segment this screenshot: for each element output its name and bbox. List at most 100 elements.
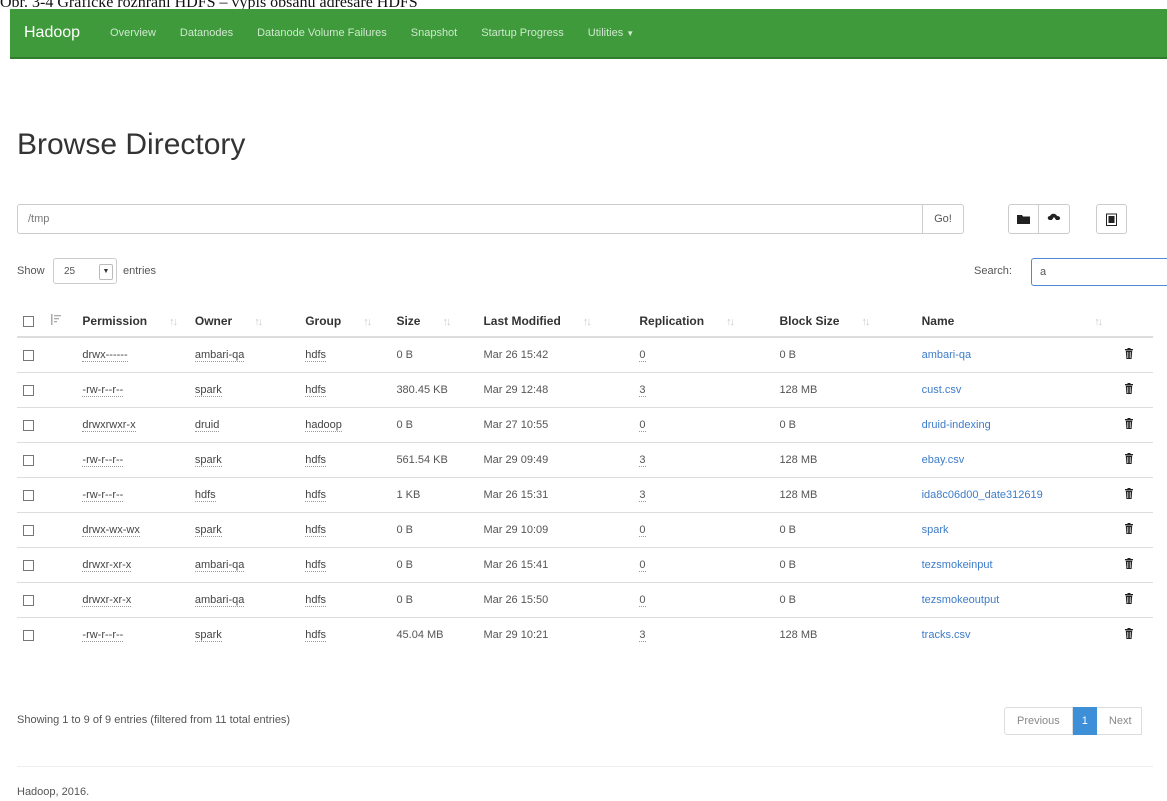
search-input[interactable] <box>1031 258 1167 286</box>
sort-column-header[interactable] <box>44 306 77 338</box>
trash-icon[interactable] <box>1124 418 1133 432</box>
trash-icon[interactable] <box>1124 488 1133 502</box>
group-link[interactable]: hdfs <box>305 559 326 572</box>
header-size[interactable]: Size ↑↓ <box>390 306 478 338</box>
caret-down-icon: ▼ <box>626 29 635 38</box>
row-checkbox[interactable] <box>23 524 34 536</box>
trash-icon[interactable] <box>1124 523 1133 537</box>
nav-startup-progress[interactable]: Startup Progress <box>469 27 576 39</box>
row-checkbox[interactable] <box>23 349 34 361</box>
permission-link[interactable]: drwx------ <box>82 349 128 362</box>
nav-utilities[interactable]: Utilities ▼ <box>576 27 646 39</box>
trash-icon[interactable] <box>1124 628 1133 642</box>
permission-link[interactable]: drwx-wx-wx <box>82 524 140 537</box>
header-last-modified[interactable]: Last Modified ↑↓ <box>477 306 634 338</box>
file-name-link[interactable]: tracks.csv <box>922 629 971 641</box>
row-checkbox[interactable] <box>23 454 34 466</box>
replication-link[interactable]: 3 <box>639 384 646 397</box>
owner-link[interactable]: spark <box>194 454 222 467</box>
trash-icon[interactable] <box>1124 453 1133 467</box>
header-owner[interactable]: Owner ↑↓ <box>188 306 300 338</box>
navbar-brand[interactable]: Hadoop <box>10 24 98 42</box>
file-name-link[interactable]: ambari-qa <box>922 349 972 361</box>
owner-link[interactable]: druid <box>194 419 220 432</box>
file-name-link[interactable]: tezsmokeoutput <box>922 594 1000 606</box>
group-link[interactable]: hdfs <box>305 524 326 537</box>
table-row: drwxr-xr-x ambari-qa hdfs 0 B Mar 26 15:50 0 0… <box>17 582 1153 618</box>
file-name-link[interactable]: ida8c06d00_date312619 <box>922 489 1043 501</box>
nav-datanode-volume-failures[interactable]: Datanode Volume Failures <box>245 27 399 39</box>
trash-icon[interactable] <box>1124 593 1133 607</box>
group-link[interactable]: hdfs <box>305 629 326 642</box>
replication-link[interactable]: 3 <box>639 489 646 502</box>
replication-link[interactable]: 0 <box>639 349 646 362</box>
owner-link[interactable]: ambari-qa <box>194 349 245 362</box>
nav-overview[interactable]: Overview <box>98 27 168 39</box>
cut-paste-button[interactable] <box>1096 204 1127 234</box>
header-group-label: Group <box>305 314 342 328</box>
group-link[interactable]: hdfs <box>305 384 326 397</box>
row-spacer-cell <box>44 336 77 373</box>
next-page-button[interactable]: Next <box>1096 707 1142 735</box>
nav-snapshot[interactable]: Snapshot <box>399 27 469 39</box>
previous-page-button[interactable]: Previous <box>1004 707 1073 735</box>
header-name[interactable]: Name ↑↓ <box>915 306 1119 338</box>
file-name-link[interactable]: cust.csv <box>922 384 962 396</box>
select-all-checkbox[interactable] <box>23 316 34 328</box>
row-spacer-cell <box>44 407 77 443</box>
row-checkbox[interactable] <box>23 594 34 606</box>
group-cell: hdfs <box>299 547 391 583</box>
header-group[interactable]: Group ↑↓ <box>299 306 391 338</box>
owner-link[interactable]: hdfs <box>194 489 216 502</box>
group-link[interactable]: hdfs <box>305 594 326 607</box>
replication-link[interactable]: 0 <box>639 559 646 572</box>
row-checkbox[interactable] <box>23 559 34 571</box>
trash-icon[interactable] <box>1124 383 1133 397</box>
permission-link[interactable]: drwxr-xr-x <box>82 594 132 607</box>
file-name-link[interactable]: tezsmokeinput <box>922 559 993 571</box>
owner-link[interactable]: spark <box>194 384 222 397</box>
directory-path-input[interactable] <box>17 204 923 234</box>
group-link[interactable]: hadoop <box>305 419 342 432</box>
file-name-link[interactable]: ebay.csv <box>922 454 965 466</box>
permission-link[interactable]: drwxrwxr-x <box>82 419 136 432</box>
file-name-link[interactable]: spark <box>922 524 949 536</box>
create-directory-button[interactable] <box>1008 204 1039 234</box>
replication-link[interactable]: 3 <box>639 454 646 467</box>
replication-link[interactable]: 3 <box>639 629 646 642</box>
trash-icon[interactable] <box>1124 348 1133 362</box>
owner-link[interactable]: ambari-qa <box>194 594 245 607</box>
permission-link[interactable]: -rw-r--r-- <box>82 384 124 397</box>
row-checkbox[interactable] <box>23 629 34 641</box>
permission-link[interactable]: -rw-r--r-- <box>82 454 124 467</box>
group-link[interactable]: hdfs <box>305 349 326 362</box>
replication-link[interactable]: 0 <box>639 419 646 432</box>
permission-link[interactable]: drwxr-xr-x <box>82 559 132 572</box>
group-link[interactable]: hdfs <box>305 489 326 502</box>
file-name-link[interactable]: druid-indexing <box>922 419 991 431</box>
permission-link[interactable]: -rw-r--r-- <box>82 489 124 502</box>
owner-link[interactable]: ambari-qa <box>194 559 245 572</box>
entries-per-page-select[interactable]: 25 ▼ <box>53 258 117 284</box>
go-button[interactable]: Go! <box>922 204 964 234</box>
header-permission[interactable]: Permission ↑↓ <box>76 306 189 338</box>
trash-icon[interactable] <box>1124 558 1133 572</box>
upload-files-button[interactable] <box>1039 204 1070 234</box>
row-checkbox[interactable] <box>23 384 34 396</box>
header-replication[interactable]: Replication ↑↓ <box>633 306 774 338</box>
owner-link[interactable]: spark <box>194 524 222 537</box>
row-checkbox[interactable] <box>23 419 34 431</box>
header-block-size[interactable]: Block Size ↑↓ <box>773 306 916 338</box>
group-link[interactable]: hdfs <box>305 454 326 467</box>
file-listing-table: Permission ↑↓ Owner ↑↓ Group ↑↓ Size ↑↓ Last… <box>17 306 1153 652</box>
replication-link[interactable]: 0 <box>639 524 646 537</box>
header-owner-label: Owner <box>194 314 233 328</box>
page-1-button[interactable]: 1 <box>1072 707 1097 735</box>
row-checkbox[interactable] <box>23 489 34 501</box>
entries-per-page-value: 25 <box>64 265 76 277</box>
replication-link[interactable]: 0 <box>639 594 646 607</box>
permission-link[interactable]: -rw-r--r-- <box>82 629 124 642</box>
owner-link[interactable]: spark <box>194 629 222 642</box>
nav-datanodes[interactable]: Datanodes <box>168 27 245 39</box>
delete-cell <box>1118 547 1153 583</box>
